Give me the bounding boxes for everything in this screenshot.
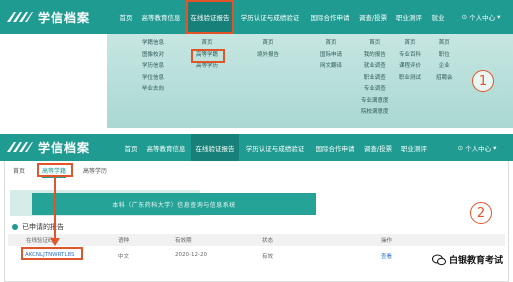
dropdown-item[interactable]: 专业调查: [361, 84, 389, 96]
logo-text: 学信档案: [38, 10, 91, 25]
highlight-box-higher-education-status: [191, 49, 225, 63]
nav-employment[interactable]: 就业: [428, 0, 448, 34]
site-logo[interactable]: 学信档案: [6, 138, 90, 156]
dropdown-item[interactable]: 首页: [361, 38, 389, 50]
watermark: 白银教育考试: [431, 253, 503, 266]
nav-degree-certification[interactable]: 学历认证与成绩验证: [236, 0, 304, 34]
cell-expiry: 2020-12-20: [175, 252, 207, 258]
report-table-header: [8, 234, 505, 246]
dropdown-column-education: 学籍信息 图像校对 学历信息 学位信息 毕业去向: [142, 38, 164, 96]
top-navigation-bar: 学信档案 首页 高等教育信息 在线验证报告 学历认证与成绩验证 国际合作申请 调…: [0, 134, 513, 161]
nav-online-verification-report[interactable]: 在线验证报告: [191, 134, 239, 161]
dropdown-item[interactable]: 图像校对: [142, 50, 164, 62]
report-banner: 本科（广东药科大学）信息查询与信息系统: [32, 193, 316, 215]
section-bullet-icon: [12, 224, 18, 230]
nav-survey-vote[interactable]: 调查/投票: [356, 0, 390, 34]
cell-status: 有效: [262, 254, 274, 260]
nav-online-verification-report[interactable]: 在线验证报告: [186, 0, 234, 34]
column-header-code: 在线验证码: [26, 238, 54, 244]
nav-international-application[interactable]: 国际合作申请: [306, 0, 354, 34]
dropdown-column-international: 首页 国际申请 网文翻译: [320, 38, 342, 73]
dropdown-item[interactable]: 院校满意度: [361, 107, 389, 119]
site-logo[interactable]: 学信档案: [6, 8, 90, 26]
dropdown-item[interactable]: 专业满意度: [361, 96, 389, 108]
section-title: 已申请的报告: [12, 222, 64, 232]
dropdown-item[interactable]: 境外报告: [257, 50, 279, 62]
user-icon: ⊙: [457, 143, 466, 152]
top-navigation-bar: 学信档案 首页 高等教育信息 在线验证报告 学历认证与成绩验证 国际合作申请 调…: [0, 0, 513, 34]
highlight-box-code: [21, 247, 83, 260]
dropdown-item[interactable]: 国际申请: [320, 50, 342, 62]
dropdown-item[interactable]: 学位信息: [142, 73, 164, 85]
nav-higher-education-info[interactable]: 高等教育信息: [138, 0, 184, 34]
screenshot-step-2: 学信档案 首页 高等教育信息 在线验证报告 学历认证与成绩验证 国际合作申请 调…: [0, 134, 513, 282]
nav-survey-vote[interactable]: 调查/投票: [361, 134, 395, 161]
nav-career-assessment[interactable]: 职业测评: [397, 134, 431, 161]
user-center-label: 个人中心: [469, 14, 496, 22]
column-header-expiry: 有效期: [175, 238, 192, 244]
dropdown-column-certification: 首页 境外报告: [257, 38, 279, 61]
step-number-badge: 2: [470, 202, 492, 224]
dropdown-item[interactable]: 专业百科: [399, 50, 421, 62]
dropdown-item[interactable]: 首页: [399, 38, 421, 50]
breadcrumb-home[interactable]: 首页: [13, 166, 25, 175]
dropdown-item[interactable]: 首页: [320, 38, 342, 50]
chevron-down-icon: ▾: [491, 143, 497, 152]
chevron-down-icon: ▾: [495, 13, 501, 21]
nav-degree-certification[interactable]: 学历认证与成绩验证: [241, 134, 309, 161]
cell-language: 中文: [118, 254, 130, 260]
user-center-menu[interactable]: ⊙ 个人中心 ▾: [448, 134, 506, 161]
tab-higher-education-degree[interactable]: 高等学历: [83, 166, 107, 175]
dropdown-item[interactable]: 职位: [436, 50, 453, 62]
dropdown-column-employment: 首页 职位 企业 招聘会: [436, 38, 453, 84]
highlight-box-tab: [37, 163, 73, 177]
dropdown-item[interactable]: 毕业去向: [142, 84, 164, 96]
nav-career-assessment[interactable]: 职业测评: [392, 0, 426, 34]
wechat-icon: [431, 254, 446, 265]
step-number-badge: 1: [472, 70, 494, 92]
watermark-text: 白银教育考试: [448, 256, 503, 266]
dropdown-item[interactable]: 企业: [436, 61, 453, 73]
nav-international-application[interactable]: 国际合作申请: [311, 134, 359, 161]
dropdown-column-survey: 首页 我的报告 就业调查 职业调查 专业调查 专业满意度 院校满意度: [361, 38, 389, 119]
dropdown-item[interactable]: 招聘会: [436, 73, 453, 85]
user-center-label: 个人中心: [465, 144, 492, 153]
nav-home[interactable]: 首页: [120, 134, 142, 161]
section-title-text: 已申请的报告: [22, 223, 64, 231]
dropdown-item[interactable]: 首页: [257, 38, 279, 50]
dropdown-item[interactable]: 我的报告: [361, 50, 389, 62]
dropdown-item[interactable]: 就业调查: [361, 61, 389, 73]
logo-text: 学信档案: [38, 140, 91, 155]
dropdown-item[interactable]: 学籍信息: [142, 38, 164, 50]
dropdown-column-career: 首页 专业百科 课程评价 职业测试: [399, 38, 421, 84]
dropdown-item[interactable]: 职业调查: [361, 73, 389, 85]
user-icon: ⊙: [461, 13, 470, 21]
user-center-menu[interactable]: ⊙ 个人中心 ▾: [452, 0, 510, 34]
dropdown-item[interactable]: 职业测试: [399, 73, 421, 85]
nav-dropdown-panel: 学籍信息 图像校对 学历信息 学位信息 毕业去向 首页 高等学籍 高等学历 首页…: [107, 34, 513, 128]
nav-home[interactable]: 首页: [115, 0, 137, 34]
dropdown-item[interactable]: 首页: [196, 38, 218, 50]
dropdown-item[interactable]: 首页: [436, 38, 453, 50]
logo-mark-icon: [7, 142, 33, 152]
view-action-link[interactable]: 查看: [381, 252, 392, 260]
column-header-status: 状态: [262, 238, 274, 244]
dropdown-item[interactable]: 课程评价: [399, 61, 421, 73]
column-header-action: 操作: [381, 238, 393, 244]
nav-higher-education-info[interactable]: 高等教育信息: [143, 134, 189, 161]
logo-mark-icon: [7, 12, 33, 22]
screenshot-step-1: 学信档案 首页 高等教育信息 在线验证报告 学历认证与成绩验证 国际合作申请 调…: [0, 0, 513, 128]
dropdown-item[interactable]: 网文翻译: [320, 61, 342, 73]
column-header-language: 语种: [118, 238, 130, 244]
dropdown-item[interactable]: 学历信息: [142, 61, 164, 73]
